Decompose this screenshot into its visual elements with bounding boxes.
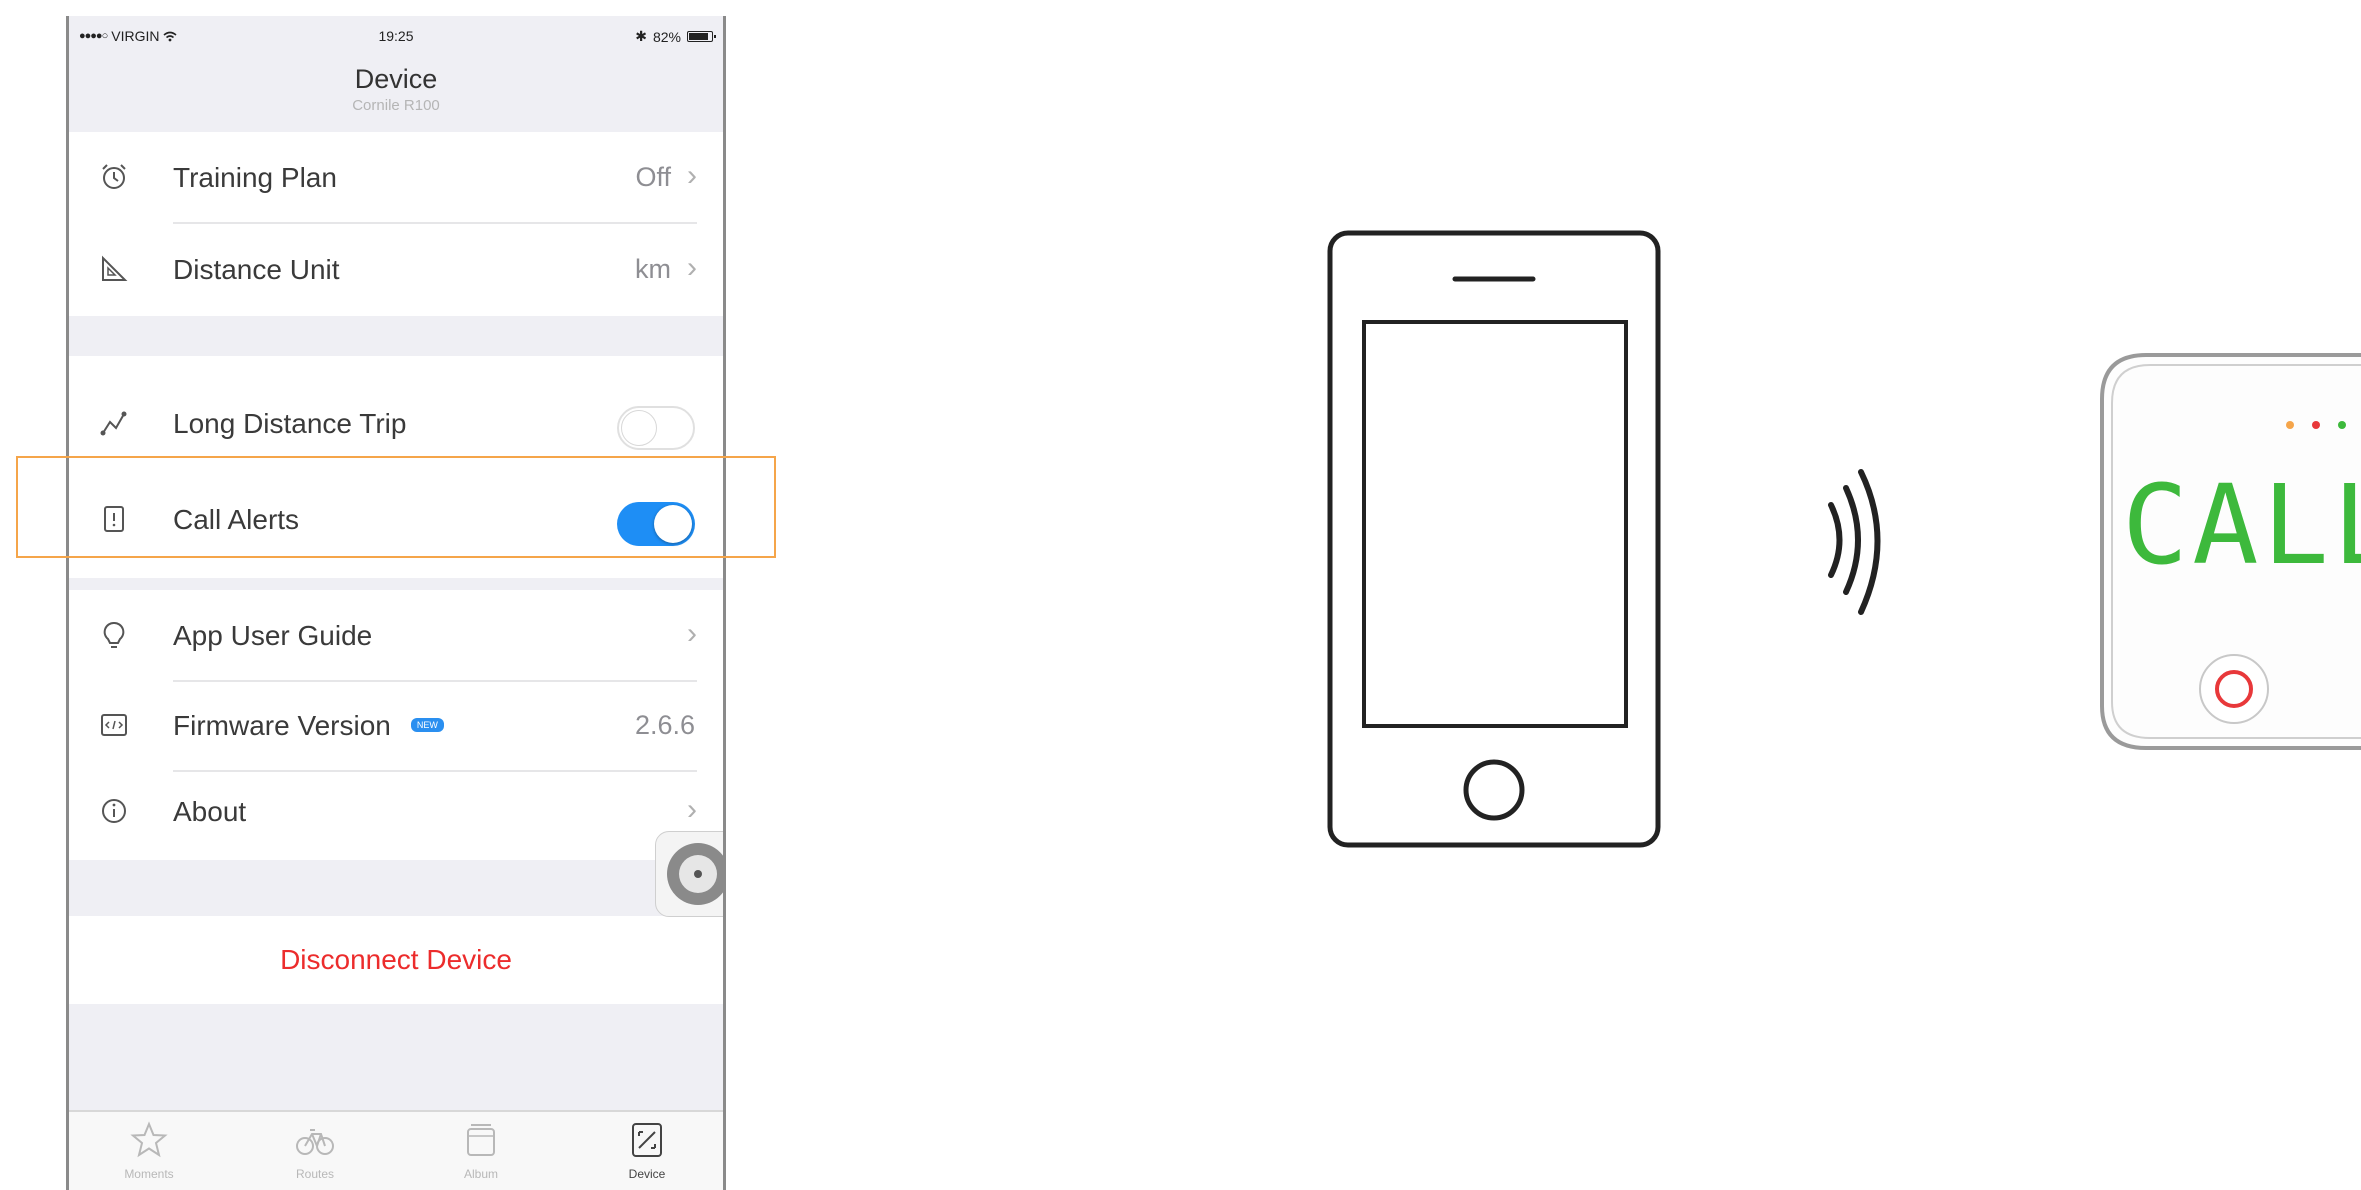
signal-waves-icon bbox=[1828, 469, 1881, 615]
record-ring bbox=[2215, 670, 2253, 708]
call-alert-illustration bbox=[1327, 230, 2361, 848]
device-display-text: CALL bbox=[2122, 461, 2361, 589]
phone-outline-icon bbox=[1327, 230, 1661, 848]
record-button-icon bbox=[2199, 654, 2269, 724]
